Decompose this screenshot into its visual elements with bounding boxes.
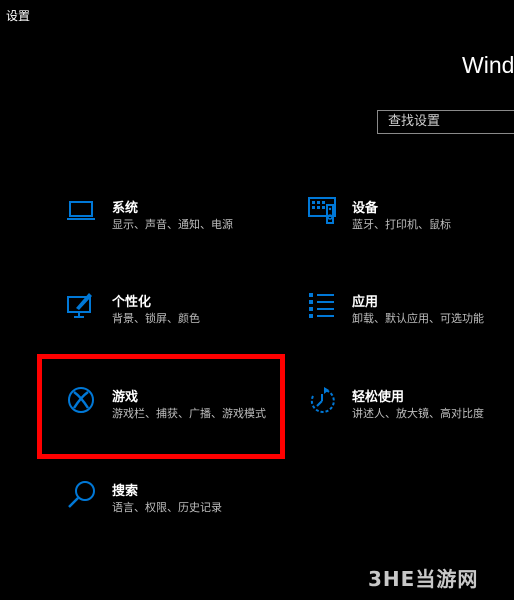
ease-of-access-icon	[310, 387, 335, 413]
tile-system-label: 系统	[112, 201, 139, 216]
tile-ease-of-access-desc: 讲述人、放大镜、高对比度	[352, 407, 484, 420]
tile-devices-label: 设备	[352, 201, 379, 216]
windows-heading: Windo	[462, 52, 514, 78]
tile-search-desc: 语言、权限、历史记录	[112, 501, 222, 514]
tile-devices-desc: 蓝牙、打印机、鼠标	[352, 218, 451, 231]
tile-devices[interactable]: 设备 蓝牙、打印机、鼠标	[307, 197, 507, 237]
tile-apps-desc: 卸载、默认应用、可选功能	[352, 312, 484, 325]
watermark: 3HE当游网	[368, 567, 479, 591]
keyboard-icon	[308, 197, 336, 224]
tile-search[interactable]: 搜索 语言、权限、历史记录	[67, 480, 267, 520]
search-input[interactable]: 查找设置	[377, 110, 514, 134]
tile-personalization[interactable]: 个性化 背景、锁屏、颜色	[67, 291, 267, 331]
window-title: 设置	[6, 9, 31, 23]
personalization-icon	[67, 293, 92, 318]
search-icon	[68, 481, 95, 508]
tile-personalization-desc: 背景、锁屏、颜色	[112, 312, 200, 325]
tile-apps-label: 应用	[352, 295, 379, 310]
tile-personalization-label: 个性化	[112, 295, 152, 310]
laptop-icon	[67, 201, 95, 220]
tile-system[interactable]: 系统 显示、声音、通知、电源	[67, 197, 267, 237]
tile-ease-of-access-label: 轻松使用	[352, 390, 405, 405]
tile-system-desc: 显示、声音、通知、电源	[112, 218, 233, 231]
apps-list-icon	[309, 293, 334, 318]
highlight-frame	[37, 354, 285, 459]
tile-ease-of-access[interactable]: 轻松使用 讲述人、放大镜、高对比度	[307, 386, 507, 426]
tile-search-label: 搜索	[112, 484, 139, 499]
tile-apps[interactable]: 应用 卸载、默认应用、可选功能	[307, 291, 507, 331]
